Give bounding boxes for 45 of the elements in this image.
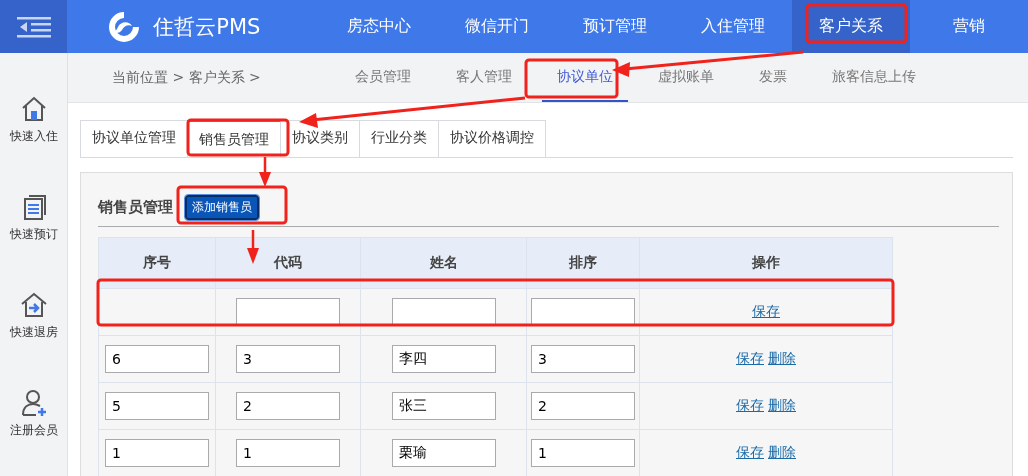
panel-title: 销售员管理	[98, 198, 173, 217]
subnav-tab[interactable]: 客人管理	[441, 53, 527, 102]
action-link[interactable]: 保存	[736, 444, 764, 462]
breadcrumb: 当前位置 > 客户关系 >	[112, 67, 262, 87]
tab[interactable]: 协议价格调控	[438, 120, 546, 157]
subnav-tab[interactable]: 虚拟账单	[643, 53, 729, 102]
input-field[interactable]: 栗瑜	[391, 439, 496, 467]
subnav-tab[interactable]: 会员管理	[340, 53, 426, 102]
action-link[interactable]: 保存	[736, 397, 764, 415]
action-link[interactable]: 删除	[768, 444, 796, 462]
sidebar-label[interactable]: 快速预订	[9, 226, 58, 243]
sidebar-label[interactable]: 快速入住	[9, 128, 58, 145]
input-field[interactable]: 1	[531, 439, 635, 467]
column-header: 姓名	[361, 238, 527, 288]
subnav-tab[interactable]: 发票	[744, 53, 802, 102]
action-link[interactable]: 删除	[768, 350, 796, 368]
input-field[interactable]: 3	[236, 345, 340, 373]
subnav-tab[interactable]: 旅客信息上传	[817, 53, 931, 102]
nav-item[interactable]: 入住管理	[674, 0, 792, 53]
action-link[interactable]: 保存	[752, 303, 780, 321]
tab[interactable]: 协议类别	[280, 120, 359, 157]
tab[interactable]: 协议单位管理	[80, 120, 187, 157]
column-header: 序号	[99, 238, 216, 288]
column-header: 操作	[751, 253, 781, 272]
nav-item[interactable]: 营销	[910, 0, 1028, 53]
input-field[interactable]: 3	[531, 345, 635, 373]
input-field[interactable]: 张三	[391, 392, 496, 420]
action-link[interactable]: 删除	[768, 397, 796, 415]
action-link[interactable]: 保存	[736, 350, 764, 368]
input-field[interactable]: 1	[105, 439, 209, 467]
input-field[interactable]: 2	[236, 392, 340, 420]
input-field[interactable]: 1	[236, 439, 340, 467]
input-field[interactable]: 李四	[391, 345, 496, 373]
nav-item[interactable]: 微信开门	[438, 0, 556, 53]
nav-item[interactable]: 预订管理	[556, 0, 674, 53]
add-button[interactable]: 添加销售员	[185, 195, 259, 220]
nav-item[interactable]: 房态中心	[320, 0, 438, 53]
input-field[interactable]: 2	[531, 392, 635, 420]
tab[interactable]: 行业分类	[359, 120, 438, 157]
input-field[interactable]: 6	[105, 345, 209, 373]
sidebar-label[interactable]: 注册会员	[9, 422, 58, 439]
input-field[interactable]: 5	[105, 392, 209, 420]
brand-name: 住哲云PMS	[153, 13, 261, 41]
column-header: 排序	[527, 238, 640, 288]
sidebar-label[interactable]: 快速退房	[9, 324, 58, 341]
